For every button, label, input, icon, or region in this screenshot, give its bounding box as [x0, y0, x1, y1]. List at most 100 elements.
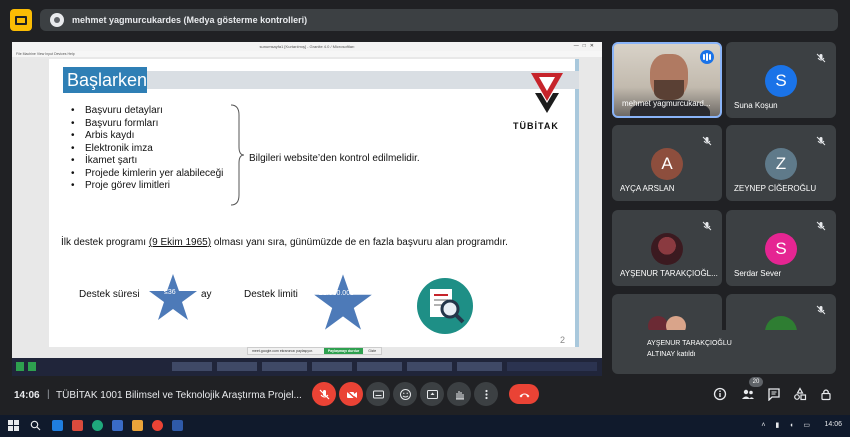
avatar: S — [765, 65, 797, 97]
participant-name: Suna Koşun — [734, 101, 778, 110]
participant-tile[interactable]: A AYÇA ARSLAN — [612, 125, 722, 201]
shared-taskbar-item — [457, 362, 502, 371]
program-line: İlk destek programı (9 Ekim 1965) olması… — [61, 237, 508, 248]
taskbar-app-icon[interactable] — [52, 420, 63, 431]
meeting-title: TÜBİTAK 1001 Bilimsel ve Teknolojik Araş… — [56, 390, 302, 401]
stop-sharing-button[interactable]: Paylaşmayı durdur — [323, 348, 364, 354]
program-text-start: İlk destek programı — [61, 237, 149, 248]
search-icon[interactable] — [30, 420, 41, 431]
brace-icon — [230, 104, 245, 206]
avatar: Z — [765, 148, 797, 180]
mic-toggle-button[interactable] — [312, 382, 336, 406]
emoji-button[interactable] — [393, 382, 417, 406]
list-item: Başvuru detayları — [71, 105, 223, 118]
shared-taskbar-item — [312, 362, 352, 371]
shapes-icon — [794, 387, 807, 401]
activities-button[interactable] — [792, 386, 808, 402]
slide: Başlarken TÜBİTAK Başvuru detayları Başv… — [49, 59, 579, 347]
limit-value: ≤1.650.000 — [319, 290, 354, 297]
taskbar-clock: 14:06 — [824, 421, 842, 428]
mic-off-icon — [816, 50, 826, 63]
emoji-icon — [399, 388, 411, 400]
star-icon — [148, 272, 198, 322]
system-tray[interactable]: ˄ ▮ ◖ ▭ — [761, 421, 814, 429]
more-options-button[interactable] — [474, 382, 498, 406]
shared-taskbar-item — [16, 362, 24, 371]
speaking-indicator-icon — [700, 50, 714, 64]
participant-name: AYŞENUR TARAKÇIOĞL... — [620, 269, 718, 278]
windows-start-icon[interactable] — [8, 420, 19, 431]
mic-off-icon — [702, 218, 712, 231]
participant-tile-presenter[interactable]: mehmet yagmurcukard... — [612, 42, 722, 118]
hang-up-icon — [519, 393, 529, 397]
camera-toggle-button[interactable] — [339, 382, 363, 406]
taskbar-app-icon[interactable] — [152, 420, 163, 431]
taskbar-app-icon[interactable] — [132, 420, 143, 431]
participant-tile[interactable]: S Serdar Sever — [726, 210, 836, 286]
meeting-controls-bar: 14:06 | TÜBİTAK 1001 Bilimsel ve Teknolo… — [0, 377, 850, 415]
people-count-badge: 20 — [749, 377, 763, 387]
raise-hand-button[interactable] — [447, 382, 471, 406]
check-note: Bilgileri website’den kontrol edilmelidi… — [249, 153, 420, 164]
camera-off-icon — [344, 388, 358, 401]
taskbar-app-icon[interactable] — [92, 420, 103, 431]
people-button[interactable] — [740, 386, 756, 402]
shared-window-controls: —□✕ — [573, 43, 598, 49]
avatar — [651, 233, 683, 265]
taskbar-app-icon[interactable] — [172, 420, 183, 431]
people-icon — [742, 389, 754, 399]
captions-button[interactable] — [366, 382, 390, 406]
shared-taskbar-item — [262, 362, 307, 371]
participant-tile[interactable]: AYŞENUR TARAKÇIOĞL... — [612, 210, 722, 286]
presenter-bar: mehmet yagmurcukardes (Medya gösterme ko… — [40, 9, 838, 31]
shared-taskbar — [12, 358, 602, 376]
more-vert-icon — [484, 389, 488, 399]
mic-off-icon — [319, 389, 329, 399]
shared-taskbar-item — [217, 362, 257, 371]
program-text-end: olması yanı sıra, günümüzde de en fazla … — [211, 237, 508, 248]
presentation-icon[interactable] — [10, 9, 32, 31]
join-notification-text: ALTINAY katıldı — [647, 351, 696, 358]
list-item: Başvuru formları — [71, 118, 223, 131]
list-item: Proje görev limitleri — [71, 180, 223, 193]
separator: | — [47, 389, 50, 400]
document-search-icon — [417, 278, 473, 334]
participant-name: Serdar Sever — [734, 269, 782, 278]
list-item: Elektronik imza — [71, 143, 223, 156]
presenter-name[interactable]: mehmet yagmurcukardes (Medya gösterme ko… — [72, 15, 307, 25]
shared-taskbar-tray — [507, 362, 597, 371]
info-icon — [713, 387, 727, 401]
shared-taskbar-item — [357, 362, 402, 371]
participant-tile[interactable]: S Suna Koşun — [726, 42, 836, 118]
participant-name: mehmet yagmurcukard... — [622, 99, 711, 108]
join-notification: AYŞENUR TARAKÇIOĞLU ALTINAY katıldı — [637, 330, 834, 374]
chat-icon — [768, 388, 780, 401]
leave-call-button[interactable] — [509, 384, 539, 404]
shared-taskbar-item — [172, 362, 212, 371]
hide-button[interactable]: Gizle — [368, 349, 376, 353]
meeting-time: 14:06 — [14, 390, 40, 401]
taskbar-app-icon[interactable] — [72, 420, 83, 431]
duration-unit: ay — [201, 289, 212, 300]
meet-window: mehmet yagmurcukardes (Medya gösterme ko… — [0, 0, 850, 415]
hand-icon — [455, 390, 464, 399]
participant-tile[interactable]: Z ZEYNEP CİĞEROĞLU — [726, 125, 836, 201]
participant-name: AYÇA ARSLAN — [620, 184, 675, 193]
host-controls-button[interactable] — [818, 386, 834, 402]
presenter-avatar — [50, 13, 64, 27]
chat-button[interactable] — [766, 386, 782, 402]
shared-screen: sunumsayfa1 [Kurtarılmış] - Granite 4.0 … — [12, 42, 602, 376]
meeting-details-button[interactable] — [712, 386, 728, 402]
participant-name: ZEYNEP CİĞEROĞLU — [734, 184, 817, 193]
share-notification-text: meet.google.com ekranınızı paylaşıyor. — [252, 349, 313, 353]
program-date: (9 Ekim 1965) — [148, 237, 212, 248]
shared-taskbar-item — [28, 362, 36, 371]
avatar: S — [765, 233, 797, 265]
duration-value: ≤36 — [164, 289, 176, 296]
taskbar-app-icon[interactable] — [112, 420, 123, 431]
limit-label: Destek limiti — [244, 289, 298, 300]
list-item: İkamet şartı — [71, 155, 223, 168]
captions-icon — [372, 390, 384, 398]
present-now-button[interactable] — [420, 382, 444, 406]
slide-header-bar — [147, 71, 579, 89]
